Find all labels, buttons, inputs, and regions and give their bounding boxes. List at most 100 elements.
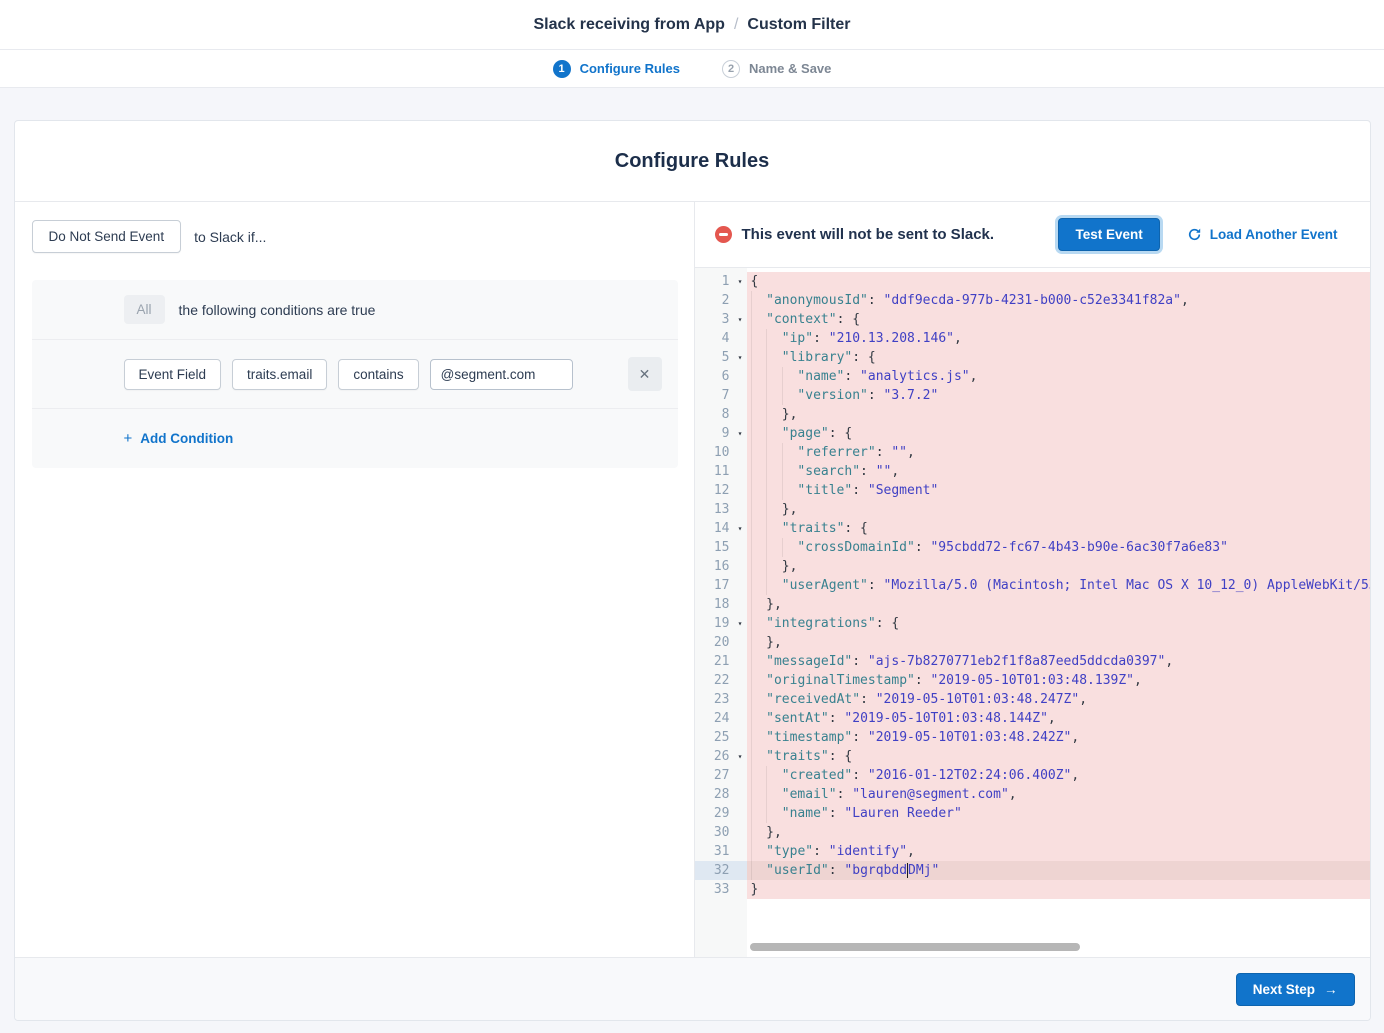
line-number: 27 [695, 766, 747, 785]
condition-field-path-button[interactable]: traits.email [232, 359, 327, 390]
code-line[interactable]: }, [747, 500, 1370, 519]
code-line[interactable]: "originalTimestamp": "2019-05-10T01:03:4… [747, 671, 1370, 690]
condition-operator-button[interactable]: contains [338, 359, 418, 390]
code-line[interactable]: "page": { [747, 424, 1370, 443]
line-number: 18 [695, 595, 747, 614]
code-line[interactable]: "version": "3.7.2" [747, 386, 1370, 405]
fold-toggle-icon[interactable]: ▾ [738, 348, 743, 367]
match-mode-badge[interactable]: All [124, 295, 165, 324]
filter-action-button[interactable]: Do Not Send Event [32, 220, 182, 253]
step-number-badge: 2 [722, 60, 740, 78]
code-line[interactable]: "type": "identify", [747, 842, 1370, 861]
line-number: 13 [695, 500, 747, 519]
add-condition-button[interactable]: + Add Condition [124, 430, 234, 447]
filter-builder-panel: Do Not Send Event to Slack if... All the… [15, 202, 695, 957]
line-number: 21 [695, 652, 747, 671]
step-label: Configure Rules [580, 61, 680, 76]
filter-action-suffix: to Slack if... [194, 229, 266, 245]
code-gutter: 1▾23▾45▾6789▾1011121314▾1516171819▾20212… [695, 268, 747, 957]
code-line[interactable]: "context": { [747, 310, 1370, 329]
code-line[interactable]: "receivedAt": "2019-05-10T01:03:48.247Z"… [747, 690, 1370, 709]
code-line[interactable]: "userAgent": "Mozilla/5.0 (Macintosh; In… [747, 576, 1370, 595]
next-step-button[interactable]: Next Step → [1236, 973, 1355, 1006]
line-number: 5▾ [695, 348, 747, 367]
code-line[interactable]: "email": "lauren@segment.com", [747, 785, 1370, 804]
fold-toggle-icon[interactable]: ▾ [738, 614, 743, 633]
code-line[interactable]: "ip": "210.13.208.146", [747, 329, 1370, 348]
code-line[interactable]: "messageId": "ajs-7b8270771eb2f1f8a87eed… [747, 652, 1370, 671]
card-footer: Next Step → [15, 957, 1370, 1020]
fold-toggle-icon[interactable]: ▾ [738, 272, 743, 291]
line-number: 2 [695, 291, 747, 310]
code-line[interactable]: "crossDomainId": "95cbdd72-fc67-4b43-b90… [747, 538, 1370, 557]
line-number: 1▾ [695, 272, 747, 291]
remove-condition-button[interactable]: ✕ [628, 357, 662, 391]
code-line[interactable]: "traits": { [747, 519, 1370, 538]
code-line[interactable]: "traits": { [747, 747, 1370, 766]
arrow-right-icon: → [1324, 982, 1338, 997]
code-line[interactable]: { [747, 272, 1370, 291]
breadcrumb-separator: / [734, 16, 738, 34]
load-another-event-button[interactable]: Load Another Event [1187, 227, 1338, 242]
close-icon: ✕ [639, 366, 651, 383]
breadcrumb-page: Custom Filter [747, 16, 850, 34]
line-number: 12 [695, 481, 747, 500]
code-line[interactable]: }, [747, 405, 1370, 424]
horizontal-scrollbar-thumb[interactable] [750, 943, 1080, 951]
line-number: 6 [695, 367, 747, 386]
step-configure-rules[interactable]: 1 Configure Rules [553, 60, 680, 78]
code-line[interactable]: }, [747, 823, 1370, 842]
plus-icon: + [124, 430, 133, 447]
code-line[interactable]: "sentAt": "2019-05-10T01:03:48.144Z", [747, 709, 1370, 728]
line-number: 17 [695, 576, 747, 595]
fold-toggle-icon[interactable]: ▾ [738, 747, 743, 766]
code-line[interactable]: "created": "2016-01-12T02:24:06.400Z", [747, 766, 1370, 785]
condition-field-type-button[interactable]: Event Field [124, 359, 222, 390]
code-line[interactable]: "timestamp": "2019-05-10T01:03:48.242Z", [747, 728, 1370, 747]
code-line[interactable]: "userId": "bgrqbddDMj" [747, 861, 1370, 880]
line-number: 7 [695, 386, 747, 405]
line-number: 15 [695, 538, 747, 557]
line-number: 33 [695, 880, 747, 899]
fold-toggle-icon[interactable]: ▾ [738, 310, 743, 329]
code-line[interactable]: "library": { [747, 348, 1370, 367]
next-step-label: Next Step [1253, 982, 1315, 997]
breadcrumb-source[interactable]: Slack receiving from App [533, 16, 724, 34]
json-editor[interactable]: 1▾23▾45▾6789▾1011121314▾1516171819▾20212… [695, 268, 1370, 957]
code-line[interactable]: }, [747, 595, 1370, 614]
step-name-save[interactable]: 2 Name & Save [722, 60, 831, 78]
line-number: 29 [695, 804, 747, 823]
line-number: 24 [695, 709, 747, 728]
test-event-button[interactable]: Test Event [1058, 218, 1159, 251]
line-number: 30 [695, 823, 747, 842]
load-another-event-label: Load Another Event [1210, 227, 1338, 242]
condition-row: Event Field traits.email contains ✕ [32, 340, 678, 409]
line-number: 20 [695, 633, 747, 652]
conditions-group: All the following conditions are true Ev… [32, 280, 678, 468]
line-number: 32 [695, 861, 747, 880]
code-line[interactable]: "integrations": { [747, 614, 1370, 633]
code-line[interactable]: "anonymousId": "ddf9ecda-977b-4231-b000-… [747, 291, 1370, 310]
condition-value-input[interactable] [430, 359, 573, 390]
code-line[interactable]: "referrer": "", [747, 443, 1370, 462]
line-number: 23 [695, 690, 747, 709]
minus-circle-icon [715, 226, 732, 243]
code-line[interactable]: }, [747, 633, 1370, 652]
top-bar: Slack receiving from App / Custom Filter [0, 0, 1384, 50]
line-number: 14▾ [695, 519, 747, 538]
page-title: Configure Rules [15, 121, 1370, 202]
fold-toggle-icon[interactable]: ▾ [738, 519, 743, 538]
code-lines[interactable]: {"anonymousId": "ddf9ecda-977b-4231-b000… [747, 268, 1370, 957]
code-line[interactable]: "search": "", [747, 462, 1370, 481]
code-line[interactable]: "name": "Lauren Reeder" [747, 804, 1370, 823]
code-line[interactable]: } [747, 880, 1370, 899]
code-line[interactable]: "name": "analytics.js", [747, 367, 1370, 386]
line-number: 28 [695, 785, 747, 804]
code-line[interactable]: "title": "Segment" [747, 481, 1370, 500]
fold-toggle-icon[interactable]: ▾ [738, 424, 743, 443]
step-label: Name & Save [749, 61, 831, 76]
line-number: 3▾ [695, 310, 747, 329]
step-number-badge: 1 [553, 60, 571, 78]
code-line[interactable]: }, [747, 557, 1370, 576]
line-number: 11 [695, 462, 747, 481]
